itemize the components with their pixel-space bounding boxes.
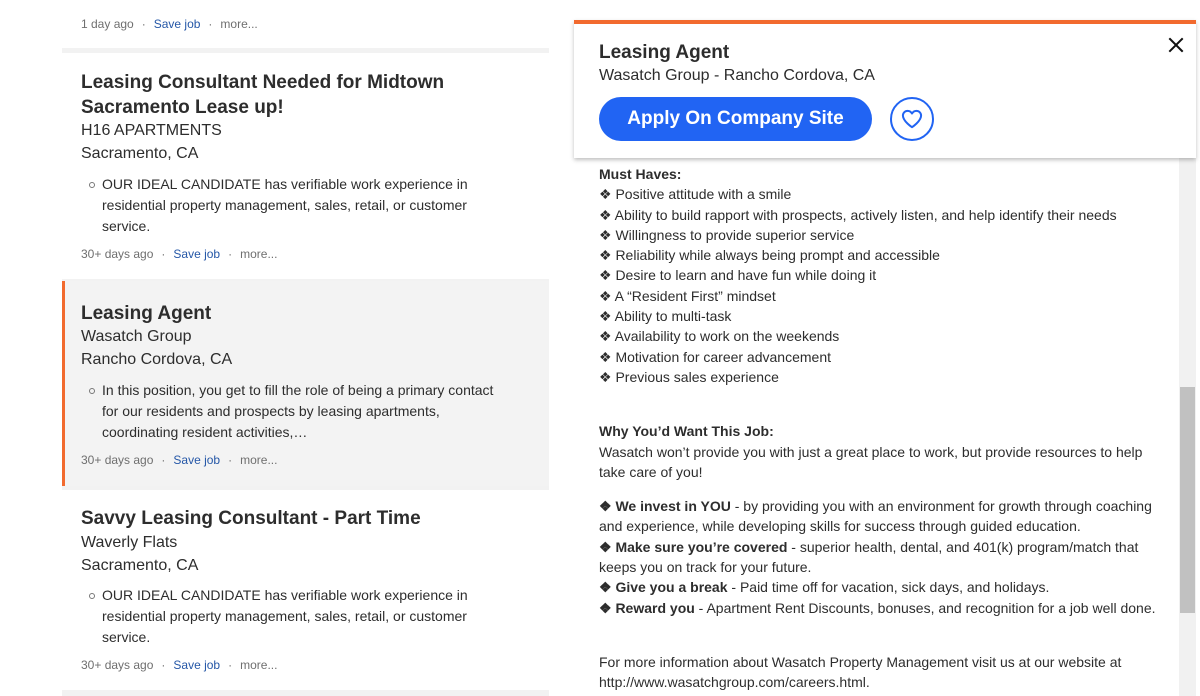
meta-separator: · bbox=[161, 658, 166, 672]
more-info-text: For more information about Wasatch Prope… bbox=[599, 653, 1122, 691]
job-snippet: In this position, you get to fill the ro… bbox=[89, 380, 507, 443]
more-link[interactable]: more... bbox=[240, 247, 277, 261]
meta-separator: · bbox=[208, 17, 213, 31]
benefit-item: ❖ Give you a break - Paid time off for v… bbox=[599, 577, 1159, 597]
meta-separator: · bbox=[141, 17, 146, 31]
more-link[interactable]: more... bbox=[240, 453, 277, 467]
must-have-item: ❖ Willingness to provide superior servic… bbox=[599, 226, 855, 243]
job-meta: 30+ days ago · Save job · more... bbox=[81, 657, 277, 673]
posted-date: 30+ days ago bbox=[81, 453, 154, 467]
save-job-link[interactable]: Save job bbox=[173, 453, 220, 467]
must-have-item: ❖ Previous sales experience bbox=[599, 368, 779, 385]
save-job-link[interactable]: Save job bbox=[173, 658, 220, 672]
job-meta: 1 day ago · Save job · more... bbox=[81, 16, 258, 32]
save-job-link[interactable]: Save job bbox=[154, 17, 201, 31]
must-have-item: ❖ A “Resident First” mindset bbox=[599, 287, 776, 304]
job-location: Sacramento, CA bbox=[81, 557, 199, 574]
benefit-title: ❖ Make sure you’re covered bbox=[599, 538, 788, 555]
detail-job-title: Leasing Agent bbox=[599, 42, 730, 63]
bullet-icon bbox=[89, 593, 95, 599]
must-have-item: ❖ Reliability while always being prompt … bbox=[599, 247, 940, 264]
snippet-text: OUR IDEAL CANDIDATE has verifiable work … bbox=[102, 176, 468, 234]
posted-date: 1 day ago bbox=[81, 17, 134, 31]
meta-separator: · bbox=[228, 658, 233, 672]
must-have-item: ❖ Desire to learn and have fun while doi… bbox=[599, 267, 877, 284]
benefit-title: ❖ We invest in YOU bbox=[599, 498, 731, 515]
bullet-icon bbox=[89, 388, 95, 394]
meta-separator: · bbox=[161, 453, 166, 467]
benefit-text: - Paid time off for vacation, sick days,… bbox=[727, 579, 1050, 596]
job-location: Rancho Cordova, CA bbox=[81, 351, 233, 368]
posted-date: 30+ days ago bbox=[81, 247, 154, 261]
why-heading: Why You’d Want This Job: bbox=[599, 423, 774, 440]
job-snippet: OUR IDEAL CANDIDATE has verifiable work … bbox=[89, 174, 507, 237]
benefit-title: ❖ Reward you bbox=[599, 599, 695, 616]
scrollbar-thumb[interactable] bbox=[1180, 387, 1195, 613]
job-card[interactable]: Leasing Consultant Needed for Midtown Sa… bbox=[62, 53, 549, 279]
must-have-item: ❖ Ability to multi-task bbox=[599, 308, 732, 325]
must-have-item: ❖ Positive attitude with a smile bbox=[599, 186, 792, 203]
job-title[interactable]: Leasing Agent bbox=[81, 301, 511, 326]
must-have-item: ❖ Availability to work on the weekends bbox=[599, 328, 840, 345]
job-card-selected[interactable]: Leasing Agent Wasatch Group Rancho Cordo… bbox=[62, 281, 549, 486]
snippet-text: OUR IDEAL CANDIDATE has verifiable work … bbox=[102, 587, 468, 645]
close-icon bbox=[1168, 37, 1184, 53]
bullet-icon bbox=[89, 182, 95, 188]
benefit-item: ❖ Reward you - Apartment Rent Discounts,… bbox=[599, 598, 1159, 618]
benefit-item: ❖ We invest in YOU - by providing you wi… bbox=[599, 496, 1159, 537]
more-link[interactable]: more... bbox=[220, 17, 257, 31]
apply-button[interactable]: Apply On Company Site bbox=[599, 97, 872, 141]
job-meta: 30+ days ago · Save job · more... bbox=[81, 452, 277, 468]
why-text: Wasatch won’t provide you with just a gr… bbox=[599, 443, 1143, 480]
heart-icon bbox=[901, 109, 923, 129]
more-link[interactable]: more... bbox=[240, 658, 277, 672]
benefit-text: - Apartment Rent Discounts, bonuses, and… bbox=[694, 599, 1156, 616]
meta-separator: · bbox=[161, 247, 166, 261]
job-title[interactable]: Leasing Consultant Needed for Midtown Sa… bbox=[81, 70, 511, 120]
save-job-link[interactable]: Save job bbox=[173, 247, 220, 261]
benefit-title: ❖ Give you a break bbox=[599, 579, 728, 596]
benefit-item: ❖ Make sure you’re covered - superior he… bbox=[599, 537, 1159, 578]
job-detail-header: Leasing Agent Wasatch Group - Rancho Cor… bbox=[574, 20, 1196, 158]
company-name: Waverly Flats bbox=[81, 534, 178, 551]
job-card[interactable]: 1 day ago · Save job · more... bbox=[62, 0, 549, 48]
job-title[interactable]: Savvy Leasing Consultant - Part Time bbox=[81, 506, 511, 531]
detail-company-location: Wasatch Group - Rancho Cordova, CA bbox=[599, 67, 875, 84]
job-snippet: OUR IDEAL CANDIDATE has verifiable work … bbox=[89, 585, 507, 648]
company-name: Wasatch Group bbox=[81, 328, 192, 345]
must-have-item: ❖ Motivation for career advancement bbox=[599, 348, 831, 365]
job-description: Must Haves: ❖ Positive attitude with a s… bbox=[599, 164, 1159, 693]
close-button[interactable] bbox=[1168, 37, 1184, 53]
job-card[interactable]: Savvy Leasing Consultant - Part Time Wav… bbox=[62, 490, 549, 690]
must-haves-heading: Must Haves: bbox=[599, 166, 682, 182]
save-favorite-button[interactable] bbox=[890, 97, 934, 141]
snippet-text: In this position, you get to fill the ro… bbox=[102, 382, 494, 440]
meta-separator: · bbox=[228, 453, 233, 467]
job-location: Sacramento, CA bbox=[81, 145, 199, 162]
meta-separator: · bbox=[228, 247, 233, 261]
company-name: H16 APARTMENTS bbox=[81, 122, 222, 139]
job-meta: 30+ days ago · Save job · more... bbox=[81, 246, 277, 262]
posted-date: 30+ days ago bbox=[81, 658, 154, 672]
must-have-item: ❖ Ability to build rapport with prospect… bbox=[599, 206, 1117, 223]
